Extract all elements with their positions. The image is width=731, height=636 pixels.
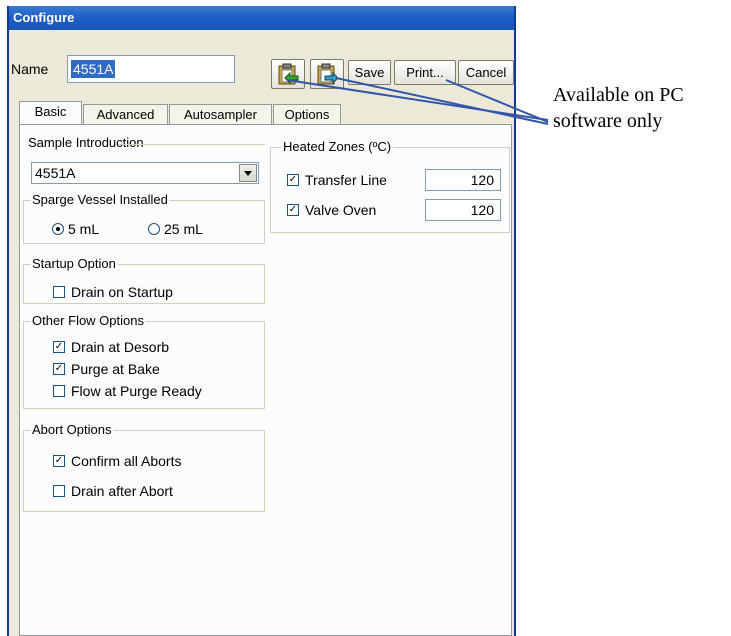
annotation-line-1: Available on PC	[553, 84, 684, 106]
annotation-line-2: software only	[553, 110, 663, 132]
arrow-to-export	[335, 77, 549, 125]
arrow-to-import	[286, 79, 549, 121]
arrow-to-print	[445, 79, 549, 123]
annotation-text: Available on PC software only	[553, 82, 731, 134]
